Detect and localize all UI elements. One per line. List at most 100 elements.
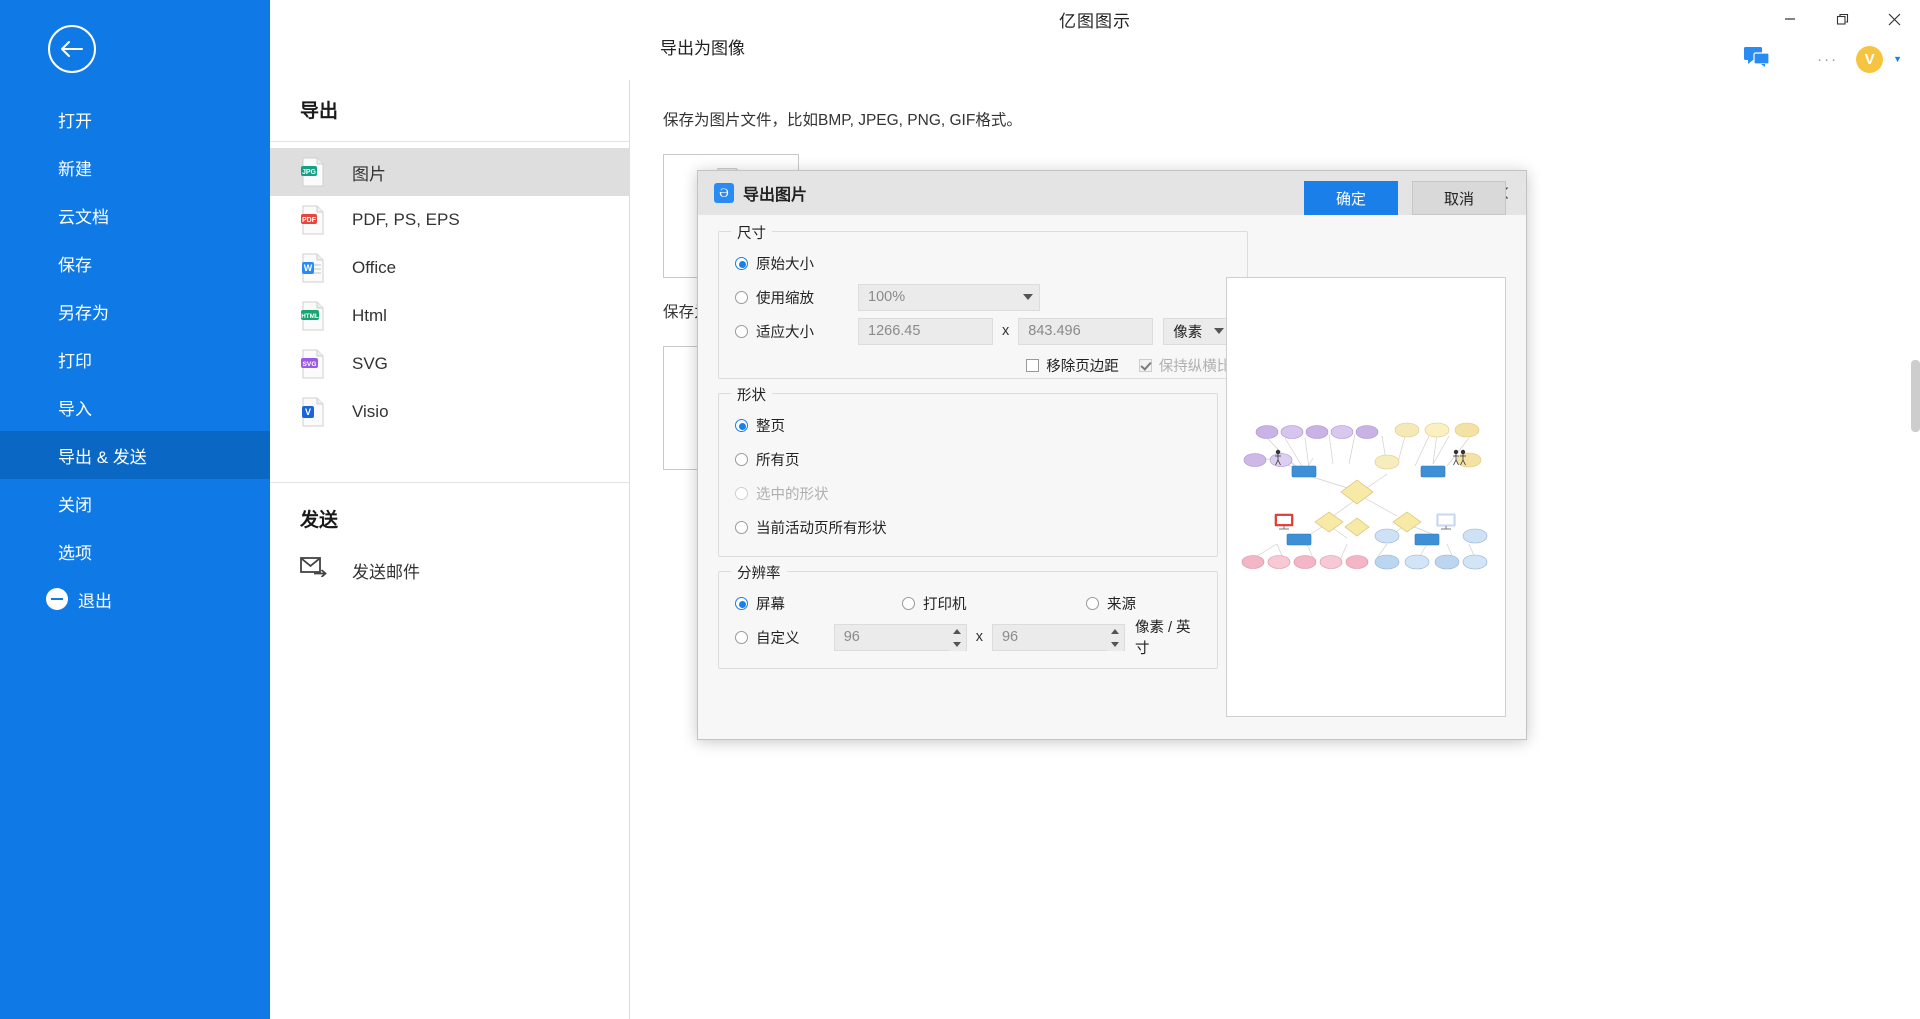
radio-use-scale[interactable] [735, 290, 748, 304]
sidebar-item-print[interactable]: 打印 [0, 335, 270, 383]
chat-button[interactable] [1743, 45, 1771, 74]
image-export-description: 保存为图片文件，比如BMP, JPEG, PNG, GIF格式。 [663, 112, 1022, 129]
dialog-footer: 确定 取消 [1304, 181, 1506, 215]
minimize-icon [1785, 18, 1795, 20]
sidebar-item-close[interactable]: 关闭 [0, 479, 270, 527]
sidebar-item-label: 导入 [58, 399, 92, 419]
shape-option-whole-page[interactable]: 整页 [735, 408, 1201, 442]
title-bar: 亿图图示 [270, 0, 1920, 38]
radio-original-size[interactable] [735, 256, 748, 270]
pdf-file-icon: PDF [300, 205, 326, 235]
sidebar-item-export-send[interactable]: 导出 & 发送 [0, 431, 270, 479]
avatar-initial: V [1864, 50, 1875, 68]
export-format-html[interactable]: HTML Html [270, 292, 629, 340]
shape-option-active-page-shapes[interactable]: 当前活动页所有形状 [735, 510, 1201, 544]
radio-fit-size[interactable] [735, 324, 748, 338]
sidebar-item-import[interactable]: 导入 [0, 383, 270, 431]
export-format-office[interactable]: W Office [270, 244, 629, 292]
chevron-down-icon [1023, 294, 1033, 300]
radio-screen[interactable] [735, 596, 748, 610]
sidebar-item-exit[interactable]: 退出 [0, 575, 270, 623]
fit-height-input[interactable]: 843.496 [1018, 317, 1154, 345]
radio-printer[interactable] [902, 596, 915, 610]
sidebar-item-save[interactable]: 保存 [0, 239, 270, 287]
checkbox-remove-margin[interactable] [1026, 358, 1040, 372]
chat-icon [1744, 46, 1770, 67]
minus-circle-icon [46, 588, 68, 610]
radio-active-page-shapes[interactable] [735, 520, 748, 534]
visio-file-icon: V [300, 397, 326, 427]
custom-resolution-row: 自定义 96 x 96 像素 / 英寸 [735, 620, 1201, 657]
use-scale-row[interactable]: 使用缩放 100% [735, 280, 1231, 314]
close-icon [1888, 13, 1900, 25]
resolution-fieldset: 分辨率 屏幕 打印机 来源 自定义 96 x 96 像素 / 英寸 [718, 562, 1218, 669]
export-format-label: Html [352, 306, 387, 325]
export-format-image[interactable]: JPG 图片 [270, 148, 629, 196]
export-format-svg[interactable]: SVG SVG [270, 340, 629, 388]
fit-width-input[interactable]: 1266.45 [858, 317, 993, 345]
page-scrollbar[interactable] [1911, 360, 1920, 432]
app-window: 打开 新建 云文档 保存 另存为 打印 导入 导出 & 发送 关闭 选项 退出 … [0, 0, 1920, 1019]
chevron-down-icon [1110, 641, 1119, 647]
restore-icon [1836, 13, 1848, 25]
send-item-label: 发送邮件 [352, 562, 420, 582]
shape-option-all-pages[interactable]: 所有页 [735, 442, 1201, 476]
diagram-preview-image [1241, 422, 1488, 570]
sidebar-item-options[interactable]: 选项 [0, 527, 270, 575]
radio-source[interactable] [1086, 596, 1099, 610]
arrow-left-icon [61, 41, 83, 57]
svg-file-icon: SVG [300, 349, 326, 379]
fit-size-label: 适应大小 [756, 324, 814, 341]
restore-button[interactable] [1816, 0, 1868, 38]
close-button[interactable] [1868, 0, 1920, 38]
word-file-icon: W [300, 253, 326, 283]
checkbox-keep-ratio[interactable] [1138, 358, 1152, 372]
unit-select[interactable]: 像素 [1163, 317, 1232, 345]
radio-whole-page[interactable] [735, 418, 748, 432]
sidebar-item-new[interactable]: 新建 [0, 143, 270, 191]
export-format-label: PDF, PS, EPS [352, 210, 460, 229]
dpi-y-input[interactable]: 96 [991, 623, 1125, 651]
sidebar-item-label: 退出 [78, 591, 112, 611]
shape-option-label: 整页 [756, 418, 785, 435]
svg-text:W: W [304, 263, 313, 273]
export-format-pdf[interactable]: PDF PDF, PS, EPS [270, 196, 629, 244]
radio-custom-resolution[interactable] [735, 630, 748, 644]
left-sidebar: 打开 新建 云文档 保存 另存为 打印 导入 导出 & 发送 关闭 选项 退出 [0, 0, 270, 1019]
export-format-list: JPG 图片 PDF PDF, PS, EPS W Office HTML Ht… [270, 142, 629, 436]
fit-size-row[interactable]: 适应大小 1266.45 x 843.496 像素 [735, 314, 1232, 348]
svg-text:SVG: SVG [303, 361, 317, 368]
resolution-legend: 分辨率 [731, 562, 787, 583]
original-size-row[interactable]: 原始大小 [735, 246, 1231, 280]
dpi-x-stepper[interactable] [948, 625, 965, 651]
remove-margin-label: 移除页边距 [1046, 358, 1119, 375]
export-format-visio[interactable]: V Visio [270, 388, 629, 436]
chevron-down-icon[interactable]: ▼ [1893, 54, 1902, 64]
minimize-button[interactable] [1764, 0, 1816, 38]
sidebar-item-label: 关闭 [58, 495, 92, 515]
svg-text:JPG: JPG [302, 169, 317, 176]
radio-all-pages[interactable] [735, 452, 748, 466]
preview-pane [1226, 277, 1506, 717]
sidebar-item-label: 保存 [58, 255, 92, 275]
dpi-y-decrement[interactable] [1106, 638, 1123, 651]
cancel-button[interactable]: 取消 [1412, 181, 1506, 215]
dpi-y-increment[interactable] [1106, 625, 1123, 638]
dpi-x-increment[interactable] [948, 625, 965, 638]
dpi-x-input[interactable]: 96 [833, 623, 967, 651]
header-strip: ··· V ▼ [270, 38, 1920, 80]
send-mail-item[interactable]: 发送邮件 [270, 546, 629, 594]
shape-option-label: 当前活动页所有形状 [756, 520, 887, 537]
back-button[interactable] [48, 25, 96, 73]
avatar[interactable]: V [1856, 45, 1884, 73]
dpi-x-decrement[interactable] [948, 638, 965, 651]
sidebar-item-cloud-doc[interactable]: 云文档 [0, 191, 270, 239]
window-title: 亿图图示 [1059, 11, 1131, 31]
sidebar-item-open[interactable]: 打开 [0, 95, 270, 143]
dpi-y-stepper[interactable] [1106, 625, 1123, 651]
ok-button[interactable]: 确定 [1304, 181, 1398, 215]
unit-value: 像素 [1173, 324, 1203, 341]
sidebar-item-save-as[interactable]: 另存为 [0, 287, 270, 335]
sidebar-item-label: 导出 & 发送 [58, 447, 147, 467]
scale-percent-select[interactable]: 100% [858, 283, 1040, 311]
